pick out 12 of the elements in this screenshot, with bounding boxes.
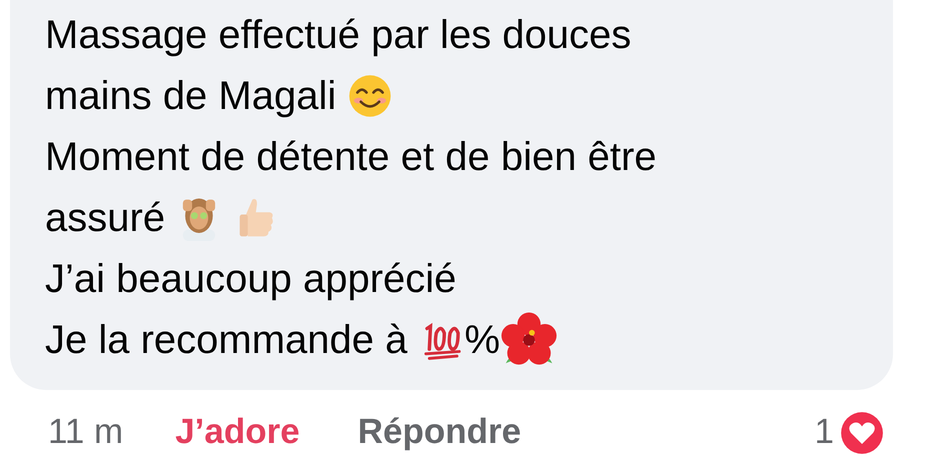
comment-text: % — [464, 316, 500, 364]
comment-text: Moment de détente et de bien être — [45, 134, 657, 180]
comment-text: assuré — [45, 194, 166, 242]
reaction-count: 1 — [814, 411, 834, 454]
comment-text: mains de Magali — [45, 72, 338, 120]
comment-text: Massage effectué par les douces — [45, 12, 632, 58]
smiling-face-icon — [347, 72, 394, 118]
love-reaction-link[interactable]: J’adore — [175, 406, 300, 459]
reply-link[interactable]: Répondre — [358, 406, 522, 459]
comment-text: J’ai beaucoup apprécié — [45, 256, 456, 302]
comment-text: Je la recommande à — [45, 316, 408, 364]
timestamp: 11 m — [48, 411, 124, 454]
